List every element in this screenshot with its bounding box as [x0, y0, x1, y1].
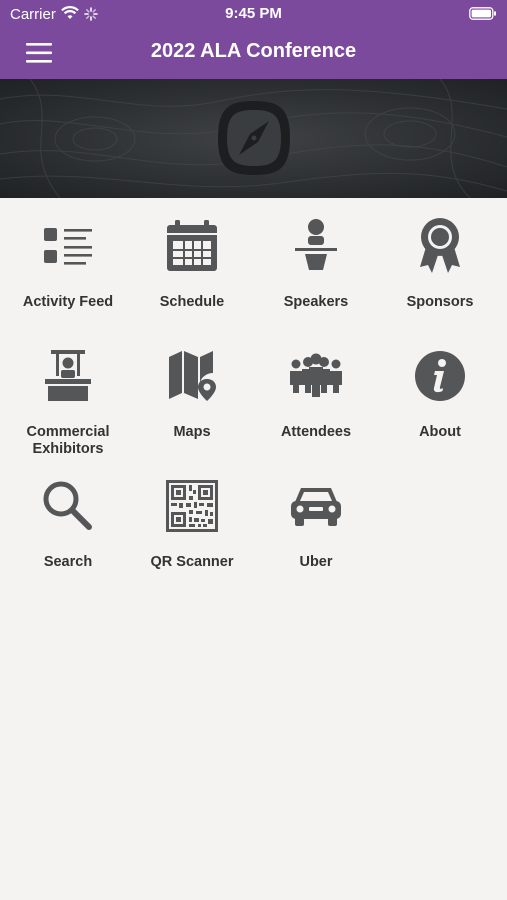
menu-item-activity-feed[interactable]: Activity Feed — [6, 198, 130, 318]
people-group-icon — [254, 346, 378, 406]
battery-icon — [469, 7, 497, 24]
menu-item-sponsors[interactable]: Sponsors — [378, 198, 502, 318]
menu-item-schedule[interactable]: Schedule — [130, 198, 254, 318]
menu-item-label: Activity Feed — [22, 294, 114, 310]
menu-item-uber[interactable]: Uber — [254, 458, 378, 578]
car-icon — [254, 476, 378, 536]
status-bar: Carrier 9:45 PM — [0, 0, 507, 28]
menu-item-label: About — [419, 424, 461, 440]
menu-item-label: Speakers — [283, 294, 349, 310]
list-icon — [6, 216, 130, 276]
menu-item-attendees[interactable]: Attendees — [254, 328, 378, 448]
menu-item-label: QR Scanner — [150, 554, 234, 570]
menu-item-qr-scanner[interactable]: QR Scanner — [130, 458, 254, 578]
magnifier-icon — [6, 476, 130, 536]
menu-item-about[interactable]: About — [378, 328, 502, 448]
menu-item-search[interactable]: Search — [6, 458, 130, 578]
menu-item-label: Sponsors — [406, 294, 474, 310]
ribbon-award-icon — [378, 216, 502, 276]
menu-item-maps[interactable]: Maps — [130, 328, 254, 448]
compass-logo-icon — [218, 101, 290, 175]
menu-item-label: Attendees — [280, 424, 352, 440]
menu-item-speakers[interactable]: Speakers — [254, 198, 378, 318]
calendar-icon — [130, 216, 254, 276]
menu-item-label: Schedule — [159, 294, 225, 310]
status-time: 9:45 PM — [225, 5, 282, 22]
menu-item-label: Commercial Exhibitors — [26, 424, 110, 457]
map-pin-icon — [130, 346, 254, 406]
exhibitor-booth-icon — [6, 346, 130, 406]
banner-image — [0, 79, 507, 198]
podium-speaker-icon — [254, 216, 378, 276]
app-header: Carrier 9:45 PM 2022 ALA Conference — [0, 0, 507, 79]
menu-item-commercial-exhibitors[interactable]: Commercial Exhibitors — [6, 328, 130, 457]
qr-code-icon — [130, 476, 254, 536]
menu-item-label: Uber — [299, 554, 333, 570]
menu-item-label: Search — [43, 554, 93, 570]
menu-item-label: Maps — [173, 424, 211, 440]
info-icon — [378, 346, 502, 406]
page-title: 2022 ALA Conference — [150, 40, 357, 62]
